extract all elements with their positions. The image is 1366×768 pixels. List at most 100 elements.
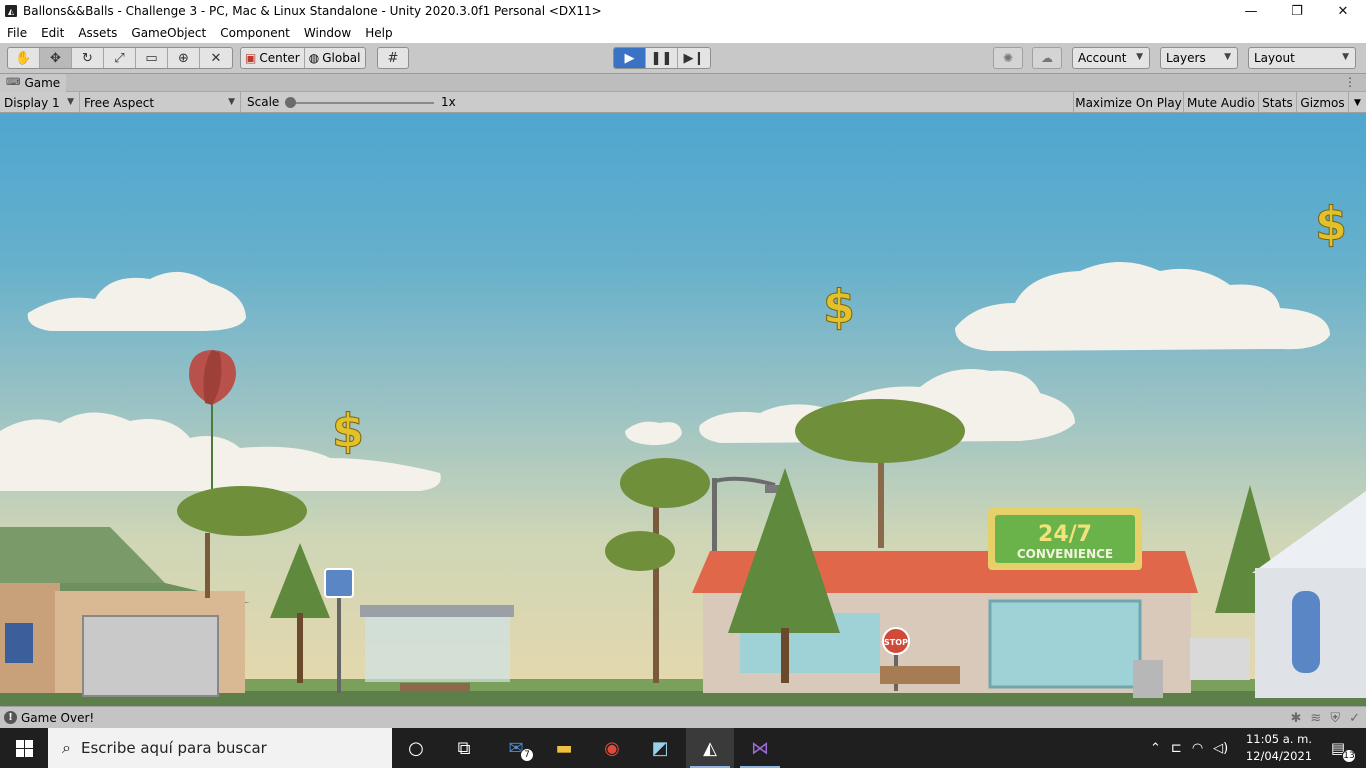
close-button[interactable]: ✕ bbox=[1320, 0, 1366, 22]
windows-start-button[interactable] bbox=[0, 728, 48, 768]
tree-big bbox=[795, 399, 965, 548]
unity-app-icon: ◭ bbox=[5, 5, 17, 17]
play-button[interactable]: ▶ bbox=[614, 48, 646, 68]
left-house bbox=[0, 527, 250, 697]
scale-tool-icon[interactable]: ⤢ bbox=[104, 48, 136, 68]
bus-shelter bbox=[360, 605, 514, 691]
unity-taskbar-icon[interactable]: ◭ bbox=[686, 728, 734, 768]
layers-dropdown[interactable]: Layers ▼ bbox=[1160, 47, 1238, 69]
pivot-center-toggle[interactable]: ▣ Center bbox=[241, 48, 305, 68]
status-icons: ✱ ≋ ⛨ ✓ bbox=[1291, 711, 1360, 726]
menu-help[interactable]: Help bbox=[358, 26, 399, 40]
notes-app-icon[interactable]: ◩ bbox=[636, 728, 684, 768]
stats-label: Stats bbox=[1262, 95, 1293, 110]
layout-label: Layout bbox=[1254, 51, 1295, 65]
scale-slider-handle[interactable] bbox=[285, 97, 296, 108]
info-icon: ! bbox=[4, 711, 17, 724]
grid-snap-icon[interactable]: # bbox=[378, 48, 408, 68]
bench bbox=[880, 666, 960, 684]
chrome-icon[interactable]: ◉ bbox=[588, 728, 636, 768]
tab-game-label: Game bbox=[24, 75, 61, 90]
custom-tool-icon[interactable]: ✕ bbox=[200, 48, 232, 68]
main-toolbar: ✋ ✥ ↻ ⤢ ▭ ⊕ ✕ ▣ Center ◍ Global # ▶ ❚❚ ▶… bbox=[0, 43, 1366, 74]
mail-icon[interactable]: ✉ 7 bbox=[492, 728, 540, 768]
taskbar-clock[interactable]: 11:05 a. m. 12/04/2021 bbox=[1244, 731, 1314, 765]
gizmos-dropdown-icon[interactable]: ▼ bbox=[1348, 92, 1366, 113]
stats-toggle[interactable]: Stats bbox=[1258, 92, 1296, 113]
status-message[interactable]: Game Over! bbox=[21, 711, 94, 725]
globe-icon: ◍ bbox=[308, 51, 320, 65]
mute-audio-label: Mute Audio bbox=[1187, 95, 1255, 110]
collab-icon[interactable]: ✺ bbox=[993, 47, 1023, 69]
layers-label: Layers bbox=[1166, 51, 1206, 65]
windows-taskbar: ⌕ Escribe aquí para buscar ○ ⧉ ✉ 7 ▬ ◉ ◩… bbox=[0, 728, 1366, 768]
mute-audio-toggle[interactable]: Mute Audio bbox=[1183, 92, 1258, 113]
rotate-tool-icon[interactable]: ↻ bbox=[72, 48, 104, 68]
transform-tool-icon[interactable]: ⊕ bbox=[168, 48, 200, 68]
notification-center-icon[interactable]: ▤ 13 bbox=[1318, 728, 1358, 768]
file-explorer-icon[interactable]: ▬ bbox=[540, 728, 588, 768]
windows-logo-icon bbox=[15, 739, 33, 757]
hand-tool-icon[interactable]: ✋ bbox=[8, 48, 40, 68]
scale-value: 1x bbox=[441, 95, 456, 109]
clock-date: 12/04/2021 bbox=[1245, 749, 1313, 763]
bug-icon[interactable]: ✱ bbox=[1291, 711, 1302, 726]
coin-1: $ bbox=[332, 404, 364, 458]
task-view-icon[interactable]: ⧉ bbox=[440, 728, 488, 768]
kebab-menu-icon[interactable]: ⋮ bbox=[1344, 75, 1356, 89]
pivot-global-toggle[interactable]: ◍ Global bbox=[305, 48, 365, 68]
account-label: Account bbox=[1078, 51, 1127, 65]
chevron-down-icon: ▼ bbox=[1342, 52, 1349, 62]
pivot-toggles: ▣ Center ◍ Global bbox=[240, 47, 366, 69]
maximize-on-play-label: Maximize On Play bbox=[1075, 95, 1182, 110]
aspect-dropdown[interactable]: Free Aspect ▼ bbox=[80, 92, 241, 113]
game-viewport[interactable]: $ $ $ 24/7 CONVENIENCE STOP bbox=[0, 113, 1366, 706]
menu-component[interactable]: Component bbox=[213, 26, 297, 40]
layers-stack-icon[interactable]: ≋ bbox=[1310, 711, 1321, 726]
cloud-icon[interactable]: ☁ bbox=[1032, 47, 1062, 69]
menu-assets[interactable]: Assets bbox=[71, 26, 124, 40]
mail-badge: 7 bbox=[520, 748, 534, 762]
scale-slider-track[interactable] bbox=[290, 102, 434, 104]
step-button[interactable]: ▶❙ bbox=[678, 48, 710, 68]
display-dropdown[interactable]: Display 1 ▼ bbox=[0, 92, 80, 113]
account-dropdown[interactable]: Account ▼ bbox=[1072, 47, 1150, 69]
system-tray: ⌃ ⊏ ◠ ◁) bbox=[1150, 728, 1228, 768]
store-sign-text: CONVENIENCE bbox=[1017, 547, 1113, 561]
title-bar: ◭ Ballons&&Balls - Challenge 3 - PC, Mac… bbox=[0, 0, 1366, 22]
move-tool-icon[interactable]: ✥ bbox=[40, 48, 72, 68]
minimize-button[interactable]: — bbox=[1228, 0, 1274, 22]
coin-3: $ bbox=[1315, 197, 1347, 251]
shield-icon[interactable]: ⛨ bbox=[1330, 711, 1340, 726]
pine-1 bbox=[270, 543, 330, 683]
tab-game[interactable]: ⌨ Game bbox=[0, 73, 67, 92]
grid-snap-group: # bbox=[377, 47, 409, 69]
gizmos-toggle[interactable]: Gizmos bbox=[1296, 92, 1348, 113]
cortana-icon[interactable]: ○ bbox=[392, 728, 440, 768]
chevron-down-icon: ▼ bbox=[67, 97, 74, 107]
wifi-icon[interactable]: ◠ bbox=[1192, 741, 1203, 756]
store-sign-number: 24/7 bbox=[1038, 522, 1092, 547]
volume-icon[interactable]: ◁) bbox=[1213, 741, 1228, 756]
chevron-down-icon: ▼ bbox=[1136, 52, 1143, 62]
scale-label: Scale bbox=[247, 95, 280, 109]
maximize-button[interactable]: ❐ bbox=[1274, 0, 1320, 22]
menu-edit[interactable]: Edit bbox=[34, 26, 71, 40]
pause-button[interactable]: ❚❚ bbox=[646, 48, 678, 68]
visual-studio-icon[interactable]: ⋈ bbox=[736, 728, 784, 768]
game-tab-bar: ⌨ Game ⋮ bbox=[0, 73, 1366, 92]
search-placeholder: Escribe aquí para buscar bbox=[80, 739, 267, 757]
taskbar-search-box[interactable]: ⌕ Escribe aquí para buscar bbox=[48, 728, 392, 768]
bus-stop-sign bbox=[324, 568, 354, 693]
menu-gameobject[interactable]: GameObject bbox=[124, 26, 213, 40]
check-circle-icon[interactable]: ✓ bbox=[1349, 711, 1360, 726]
menu-window[interactable]: Window bbox=[297, 26, 358, 40]
coin-2: $ bbox=[823, 280, 855, 334]
menu-file[interactable]: File bbox=[0, 26, 34, 40]
gizmos-label: Gizmos bbox=[1300, 95, 1345, 110]
maximize-on-play-toggle[interactable]: Maximize On Play bbox=[1073, 92, 1183, 113]
chevron-up-icon[interactable]: ⌃ bbox=[1150, 741, 1161, 756]
rect-tool-icon[interactable]: ▭ bbox=[136, 48, 168, 68]
layout-dropdown[interactable]: Layout ▼ bbox=[1248, 47, 1356, 69]
network-icon[interactable]: ⊏ bbox=[1171, 741, 1182, 756]
